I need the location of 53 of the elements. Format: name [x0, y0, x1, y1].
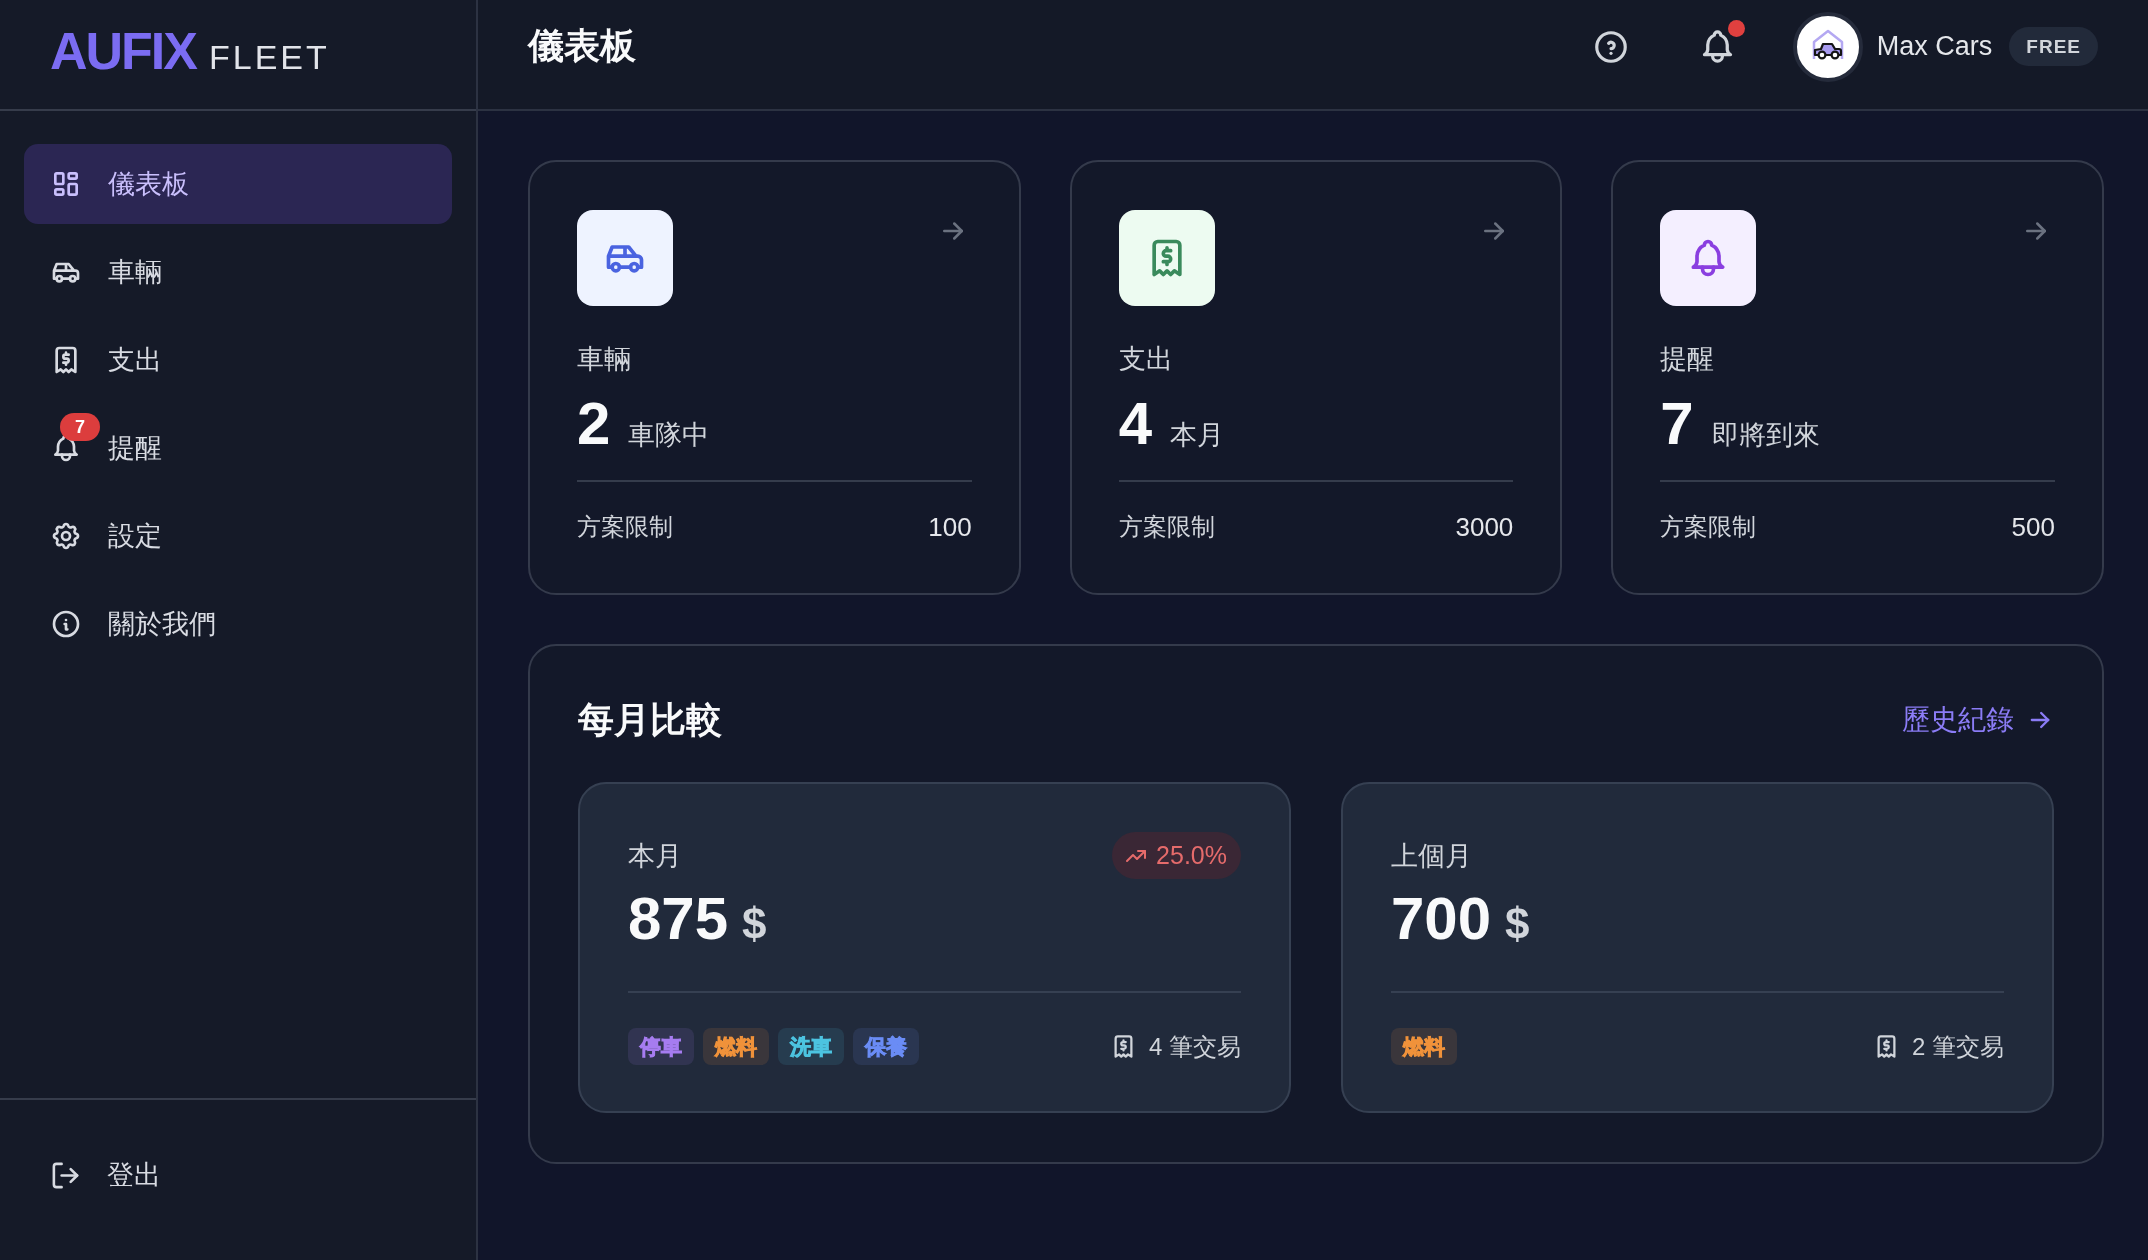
- stat-caption: 即將到來: [1711, 419, 1820, 452]
- limit-label: 方案限制: [1660, 512, 1757, 542]
- stat-label: 支出: [1118, 343, 1174, 376]
- category-tag: 燃料: [703, 1028, 769, 1065]
- avatar-icon[interactable]: [1792, 11, 1863, 82]
- limit-label: 方案限制: [1118, 512, 1215, 542]
- category-tag: 洗車: [778, 1028, 844, 1065]
- period-label: 本月: [628, 839, 682, 873]
- nav-item[interactable]: 車輛: [24, 232, 452, 312]
- nav-item[interactable]: 關於我們: [24, 584, 452, 664]
- limit-value: 100: [928, 511, 972, 544]
- stat-label: 提醒: [1660, 343, 1716, 376]
- stat-caption: 本月: [1170, 419, 1225, 452]
- logo-product-name: FLEET: [209, 39, 330, 74]
- history-link[interactable]: 歷史紀錄: [1902, 701, 2054, 739]
- page-title: 儀表板: [528, 24, 636, 68]
- panel-title: 每月比較: [578, 697, 722, 742]
- stat-caption: 車隊中: [628, 419, 710, 452]
- nav-item[interactable]: 設定: [24, 496, 452, 576]
- category-tag: 停車: [628, 1028, 694, 1065]
- stat-value: 2: [577, 392, 611, 456]
- stat-label: 車輛: [577, 343, 632, 376]
- currency-symbol: $: [1505, 899, 1530, 949]
- category-tag: 燃料: [1391, 1028, 1457, 1065]
- bell-icon: [1660, 210, 1757, 306]
- amount-value: 875: [628, 887, 729, 951]
- nav-item[interactable]: 儀表板: [24, 144, 452, 224]
- plan-badge: FREE: [2009, 27, 2098, 66]
- receipt-icon: [1118, 210, 1215, 306]
- limit-label: 方案限制: [577, 512, 673, 542]
- transaction-count: 4 筆交易: [1149, 1031, 1241, 1062]
- stat-value: 4: [1118, 392, 1153, 456]
- limit-value: 500: [2011, 511, 2055, 544]
- limit-value: 3000: [1455, 511, 1514, 544]
- info-icon: [50, 608, 82, 640]
- stat-card[interactable]: 支出 4 本月 方案限制 3000: [1069, 160, 1563, 595]
- count-badge: 7: [60, 413, 100, 441]
- nav-item[interactable]: 支出: [24, 320, 452, 400]
- category-tag: 保養: [853, 1028, 919, 1065]
- change-percent: 25.0%: [1156, 841, 1227, 870]
- amount-value: 700: [1391, 887, 1492, 951]
- nav-item[interactable]: 7 提醒: [24, 408, 452, 488]
- logo-wordmark: AUFIX: [50, 24, 196, 77]
- stat-card[interactable]: 提醒 7 即將到來 方案限制 500: [1611, 160, 2104, 595]
- transaction-count: 2 筆交易: [1912, 1031, 2004, 1062]
- stat-card[interactable]: 車輛 2 車隊中 方案限制 100: [528, 160, 1021, 595]
- car-icon: [577, 210, 673, 306]
- stat-value: 7: [1660, 392, 1694, 456]
- user-name: Max Cars: [1876, 31, 1993, 62]
- period-label: 上個月: [1391, 839, 1472, 873]
- settings-icon: [50, 520, 82, 552]
- currency-symbol: $: [742, 899, 767, 949]
- logout-button[interactable]: 登出: [24, 1135, 452, 1215]
